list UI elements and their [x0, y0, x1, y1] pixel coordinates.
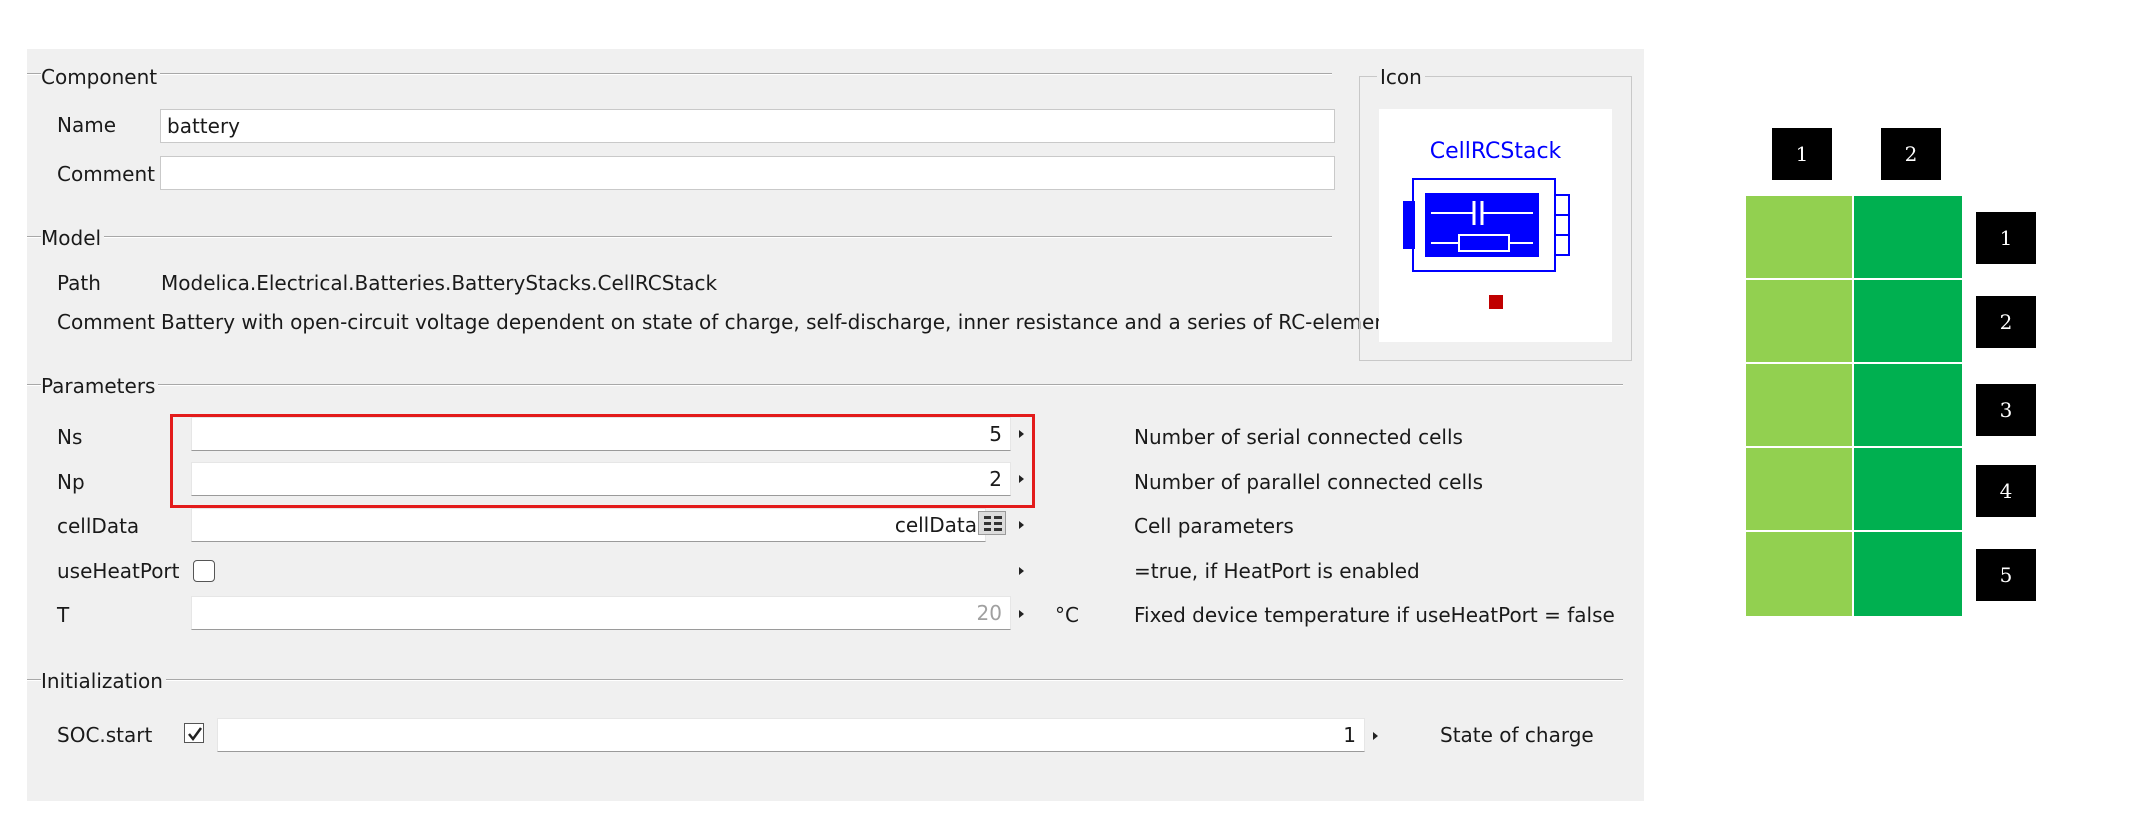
model-comment-label: Comment — [57, 310, 155, 334]
cell-r2-c1 — [1746, 280, 1854, 364]
ns-np-highlight-box — [170, 414, 1035, 508]
battery-stack-icon — [1403, 178, 1570, 309]
soc-start-description: State of charge — [1440, 723, 1594, 747]
row-tag-4: 4 — [1976, 465, 2036, 517]
param-label-np: Np — [57, 470, 85, 494]
cell-r3-c2 — [1854, 364, 1962, 448]
record-editor-icon[interactable] — [978, 511, 1006, 535]
cell-r2-c2 — [1854, 280, 1962, 364]
param-label-celldata: cellData — [57, 514, 140, 538]
model-comment-value: Battery with open-circuit voltage depend… — [161, 310, 1406, 334]
model-path-value: Modelica.Electrical.Batteries.BatterySta… — [161, 271, 718, 295]
row-tag-3: 3 — [1976, 384, 2036, 436]
initialization-group-rule — [27, 679, 1623, 681]
parameters-group-rule — [27, 384, 1623, 386]
param-menu-arrow-t[interactable] — [1019, 610, 1024, 618]
initialization-group-title: Initialization — [41, 669, 166, 693]
cell-r1-c2 — [1854, 196, 1962, 280]
model-icon-preview: CellRCStack — [1379, 109, 1612, 342]
model-group-rule — [27, 236, 1332, 238]
component-group-title: Component — [41, 65, 161, 89]
row-tag-1: 1 — [1976, 212, 2036, 264]
icon-group-title: Icon — [1377, 65, 1425, 89]
param-desc-useheatport: =true, if HeatPort is enabled — [1134, 559, 1420, 583]
checkmark-icon — [188, 727, 203, 742]
cell-r5-c1 — [1746, 532, 1854, 616]
param-desc-np: Number of parallel connected cells — [1134, 470, 1484, 494]
model-group-title: Model — [41, 226, 105, 250]
param-desc-ns: Number of serial connected cells — [1134, 425, 1463, 449]
param-label-ns: Ns — [57, 425, 83, 449]
component-group-rule — [27, 73, 1332, 75]
param-label-useheatport: useHeatPort — [57, 559, 180, 583]
soc-start-field[interactable]: 1 — [217, 718, 1365, 752]
param-field-celldata[interactable]: cellData — [191, 508, 986, 542]
name-label: Name — [57, 113, 117, 137]
param-menu-arrow-celldata[interactable] — [1019, 521, 1024, 529]
column-tag-1: 1 — [1772, 128, 1832, 180]
row-tag-5: 5 — [1976, 549, 2036, 601]
name-field[interactable]: battery — [160, 109, 1335, 143]
soc-start-checkbox[interactable] — [184, 723, 204, 743]
param-desc-t: Fixed device temperature if useHeatPort … — [1134, 603, 1615, 627]
cell-r5-c2 — [1854, 532, 1962, 616]
comment-field[interactable] — [160, 156, 1335, 190]
table-grid-icon — [984, 516, 1002, 531]
parameters-group-title: Parameters — [41, 374, 159, 398]
param-desc-celldata: Cell parameters — [1134, 514, 1294, 538]
param-label-t: T — [57, 603, 70, 627]
cell-r1-c1 — [1746, 196, 1854, 280]
cell-r4-c2 — [1854, 448, 1962, 532]
path-label: Path — [57, 271, 101, 295]
cell-r3-c1 — [1746, 364, 1854, 448]
param-menu-arrow-useheatport[interactable] — [1019, 567, 1024, 575]
useheatport-checkbox[interactable] — [193, 560, 215, 582]
soc-start-menu-arrow[interactable] — [1373, 732, 1378, 740]
soc-start-label: SOC.start — [57, 723, 153, 747]
param-unit-t: °C — [1055, 603, 1079, 627]
param-field-t[interactable]: 20 — [191, 596, 1011, 630]
parameter-dialog: Component Name battery Comment Model Pat… — [27, 49, 1644, 801]
column-tag-2: 2 — [1881, 128, 1941, 180]
row-tag-2: 2 — [1976, 296, 2036, 348]
cell-r4-c1 — [1746, 448, 1854, 532]
comment-label: Comment — [57, 162, 155, 186]
